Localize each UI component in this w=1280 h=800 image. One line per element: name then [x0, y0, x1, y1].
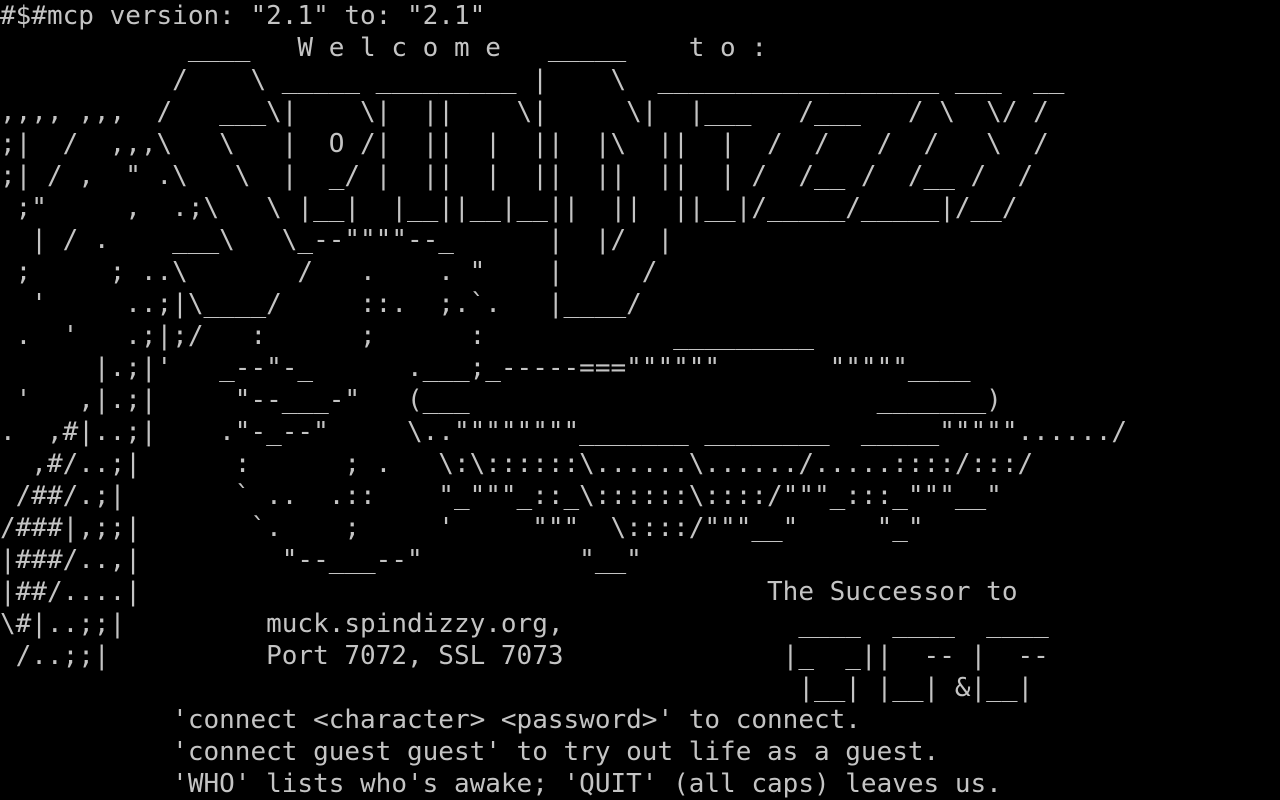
terminal-line: /##/.;| ` .. .:: "_"""_::_\::::::\::::/"… [0, 481, 1002, 511]
terminal-line: /###|,;;| `. ; ' """ \::::/"""__" "_" [0, 513, 924, 543]
terminal-line: ____ W e l c o m e _____ t o : [0, 33, 768, 63]
terminal-line: ;| / , " .\ \ | _/ | || | || || || | / /… [0, 161, 1034, 191]
terminal-line: #$#mcp version: "2.1" to: "2.1" [0, 1, 486, 31]
terminal-line: | / . ___\ \_--""""--_ | |/ | [0, 225, 674, 255]
terminal-line: . ,#|..;| ."-_--" \..""""""""_______ ___… [0, 417, 1128, 447]
terminal-line: ' ,|.;| "--___-" (___ _______) [0, 385, 1002, 415]
terminal-line: / \ _____ _________ | \ ________________… [0, 65, 1065, 95]
terminal-line: 'WHO' lists who's awake; 'QUIT' (all cap… [0, 769, 1002, 799]
terminal-line: ;| / ,,,\ \ | O /| || | || |\ || | / / /… [0, 129, 1049, 159]
terminal-line: ; ; ..\ / . . " | / [0, 257, 658, 287]
terminal-line: ,#/..;| : ; . \:\::::::\......\....../..… [0, 449, 1034, 479]
terminal-line: |__| |__| &|__| [0, 673, 1034, 703]
terminal-line: ,,,, ,,, / ___\| \| || \| \| |___ /___ /… [0, 97, 1049, 127]
terminal-line: |###/..,| "--___--" "__" [0, 545, 642, 575]
terminal-line: ;" , .;\ \ |__| |__||__|__|| || ||__|/__… [0, 193, 1018, 223]
terminal-line: |##/....| The Successor to [0, 577, 1018, 607]
terminal-line: ' ..;|\____/ ::. ;.`. |____/ [0, 289, 642, 319]
terminal-line: /..;;| Port 7072, SSL 7073 |_ _|| -- | -… [0, 641, 1049, 671]
terminal-line: 'connect guest guest' to try out life as… [0, 737, 940, 767]
terminal-screen[interactable]: #$#mcp version: "2.1" to: "2.1" ____ W e… [0, 0, 1280, 800]
terminal-line: |.;|' _--"-_ .___;_-----==="""""" """""_… [0, 353, 971, 383]
terminal-line: \#|..;;| muck.spindizzy.org, ____ ____ _… [0, 609, 1049, 639]
terminal-line: 'connect <character> <password>' to conn… [0, 705, 861, 735]
terminal-line: . ' .;|;/ : ; : _________ [0, 321, 814, 351]
